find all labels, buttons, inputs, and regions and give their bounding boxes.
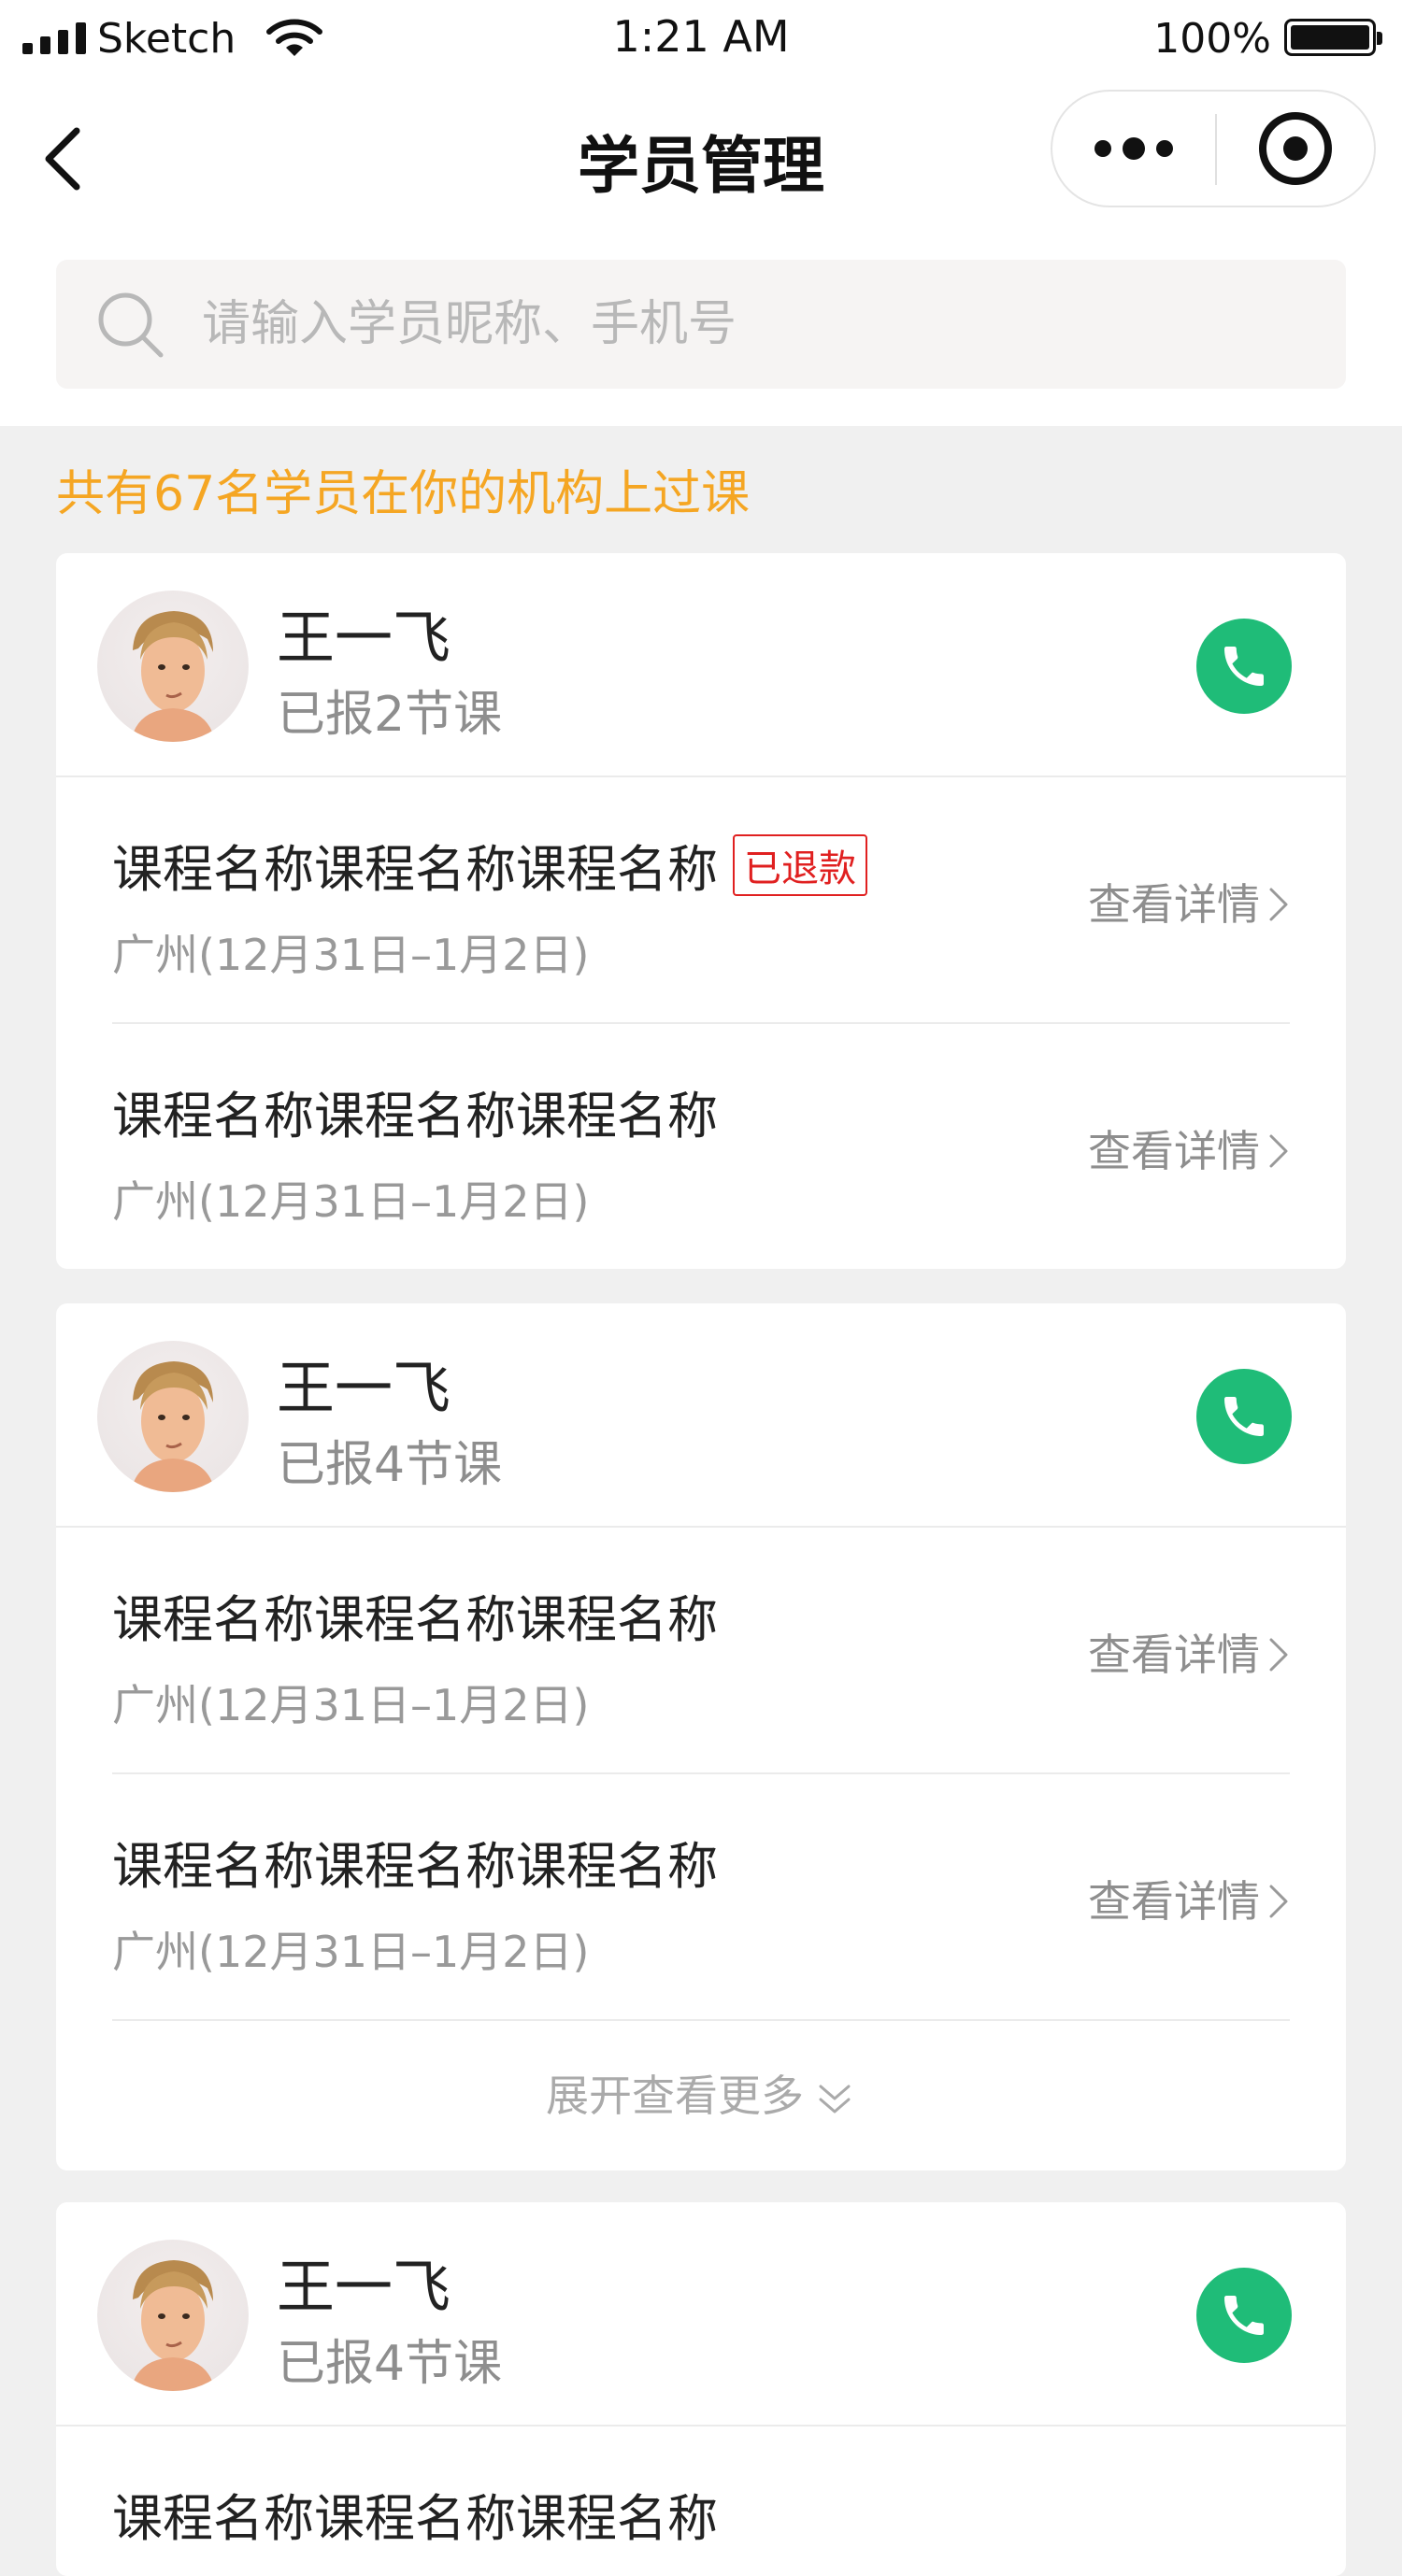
student-name: 王一飞 [277, 1354, 451, 1422]
search-bar [56, 260, 1346, 389]
course-location: 广州(12月31日–1月2日) [112, 1680, 590, 1730]
phone-icon [1224, 1397, 1264, 1436]
course-count: 已报2节课 [277, 687, 503, 743]
view-detail-link[interactable]: 查看详情 [1088, 871, 1290, 932]
avatar [97, 1341, 249, 1492]
course-count: 已报4节课 [277, 1437, 503, 1493]
status-bar: Sketch 1:21 AM 100% [0, 0, 1402, 80]
course-location: 广州(12月31日–1月2日) [112, 1176, 590, 1227]
chevron-right-icon [1269, 1885, 1288, 1918]
student-name: 王一飞 [277, 604, 451, 672]
course-name: 课程名称课程名称课程名称 [112, 1590, 718, 1649]
course-row[interactable]: 课程名称课程名称课程名称 已退款 广州(12月31日–1月2日) 查看详情 [112, 777, 1290, 1022]
target-close-icon [1259, 112, 1332, 185]
course-row[interactable]: 课程名称课程名称课程名称 广州(12月31日–1月2日) 查看详情 [112, 1528, 1290, 1772]
close-button[interactable] [1217, 92, 1374, 206]
chevron-right-icon [1269, 1134, 1288, 1168]
view-detail-link[interactable]: 查看详情 [1088, 1868, 1290, 1929]
battery-percent: 100% [1153, 15, 1271, 63]
call-button[interactable] [1196, 1369, 1292, 1464]
chevron-right-icon [1269, 1638, 1288, 1672]
avatar [97, 2240, 249, 2391]
student-name: 王一飞 [277, 2253, 451, 2321]
expand-more-button[interactable]: 展开查看更多 [112, 2019, 1290, 2170]
course-name: 课程名称课程名称课程名称 已退款 [112, 828, 867, 902]
call-button[interactable] [1196, 2268, 1292, 2363]
more-button[interactable] [1052, 92, 1213, 206]
course-name: 课程名称课程名称课程名称 [112, 1087, 718, 1146]
search-icon [98, 292, 164, 358]
course-name: 课程名称课程名称课程名称 [112, 1837, 718, 1896]
course-location: 广州(12月31日–1月2日) [112, 1927, 590, 1977]
double-chevron-down-icon [819, 2085, 851, 2113]
call-button[interactable] [1196, 619, 1292, 714]
course-row[interactable]: 课程名称课程名称课程名称 广州(12月31日–1月2日) 查看详情 [112, 1772, 1290, 2019]
student-summary: 共有67名学员在你的机构上过课 [56, 466, 751, 522]
chevron-right-icon [1269, 888, 1288, 921]
search-input[interactable] [202, 284, 1305, 364]
course-row[interactable]: 课程名称课程名称课程名称 广州(12月31日–1月2日) 查看详情 [112, 1022, 1290, 1269]
view-detail-link[interactable]: 查看详情 [1088, 1621, 1290, 1683]
battery-icon [1284, 19, 1382, 56]
refund-badge: 已退款 [733, 834, 867, 896]
student-card: 王一飞 已报4节课 课程名称课程名称课程名称 广州(12月31日–1月2日) 查… [56, 1303, 1346, 2170]
course-location: 广州(12月31日–1月2日) [112, 930, 590, 980]
student-card: 王一飞 已报2节课 课程名称课程名称课程名称 已退款 广州(12月31日–1月2日… [56, 553, 1346, 1269]
student-header: 王一飞 已报2节课 [56, 553, 1346, 777]
course-row[interactable]: 课程名称课程名称课程名称 [112, 2427, 1290, 2576]
more-dots-icon [1094, 137, 1173, 160]
student-header: 王一飞 已报4节课 [56, 1303, 1346, 1528]
student-header: 王一飞 已报4节课 [56, 2202, 1346, 2427]
course-count: 已报4节课 [277, 2336, 503, 2392]
phone-icon [1224, 2296, 1264, 2335]
avatar [97, 591, 249, 742]
view-detail-link[interactable]: 查看详情 [1088, 1117, 1290, 1179]
mini-program-capsule [1051, 90, 1376, 207]
phone-icon [1224, 647, 1264, 686]
course-name: 课程名称课程名称课程名称 [112, 2489, 718, 2548]
student-card: 王一飞 已报4节课 课程名称课程名称课程名称 [56, 2202, 1346, 2576]
